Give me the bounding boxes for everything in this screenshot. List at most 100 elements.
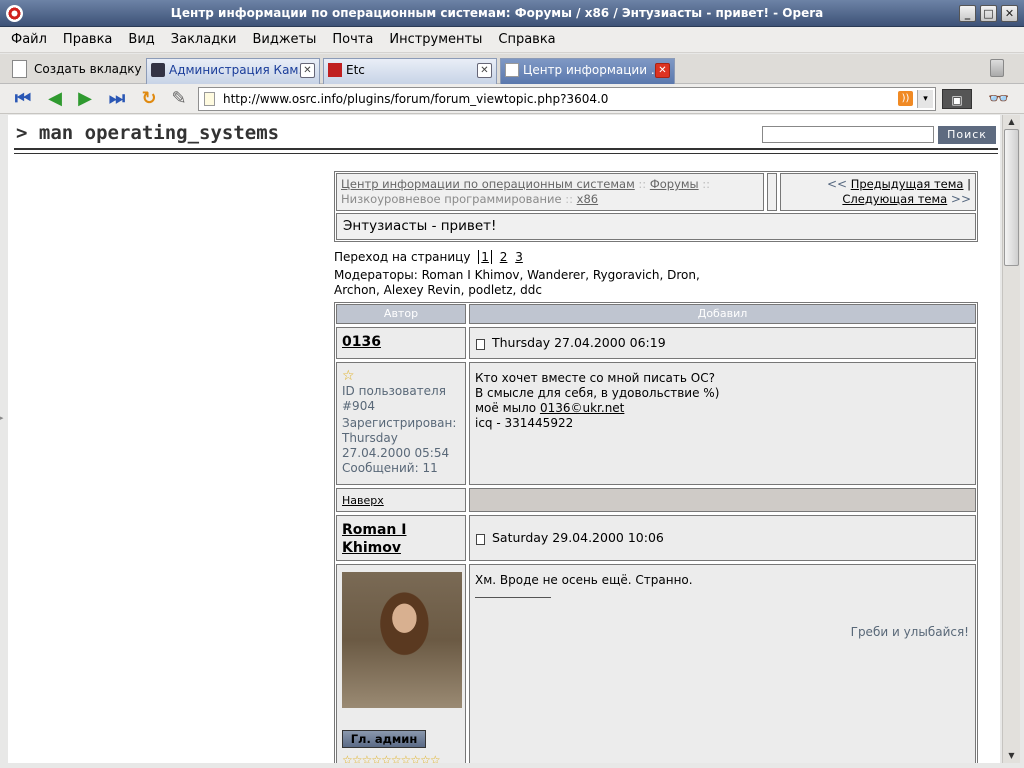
page-2-link[interactable]: 2: [500, 250, 508, 264]
post-date: Thursday 27.04.2000 06:19: [469, 327, 976, 359]
pages-label: Переход на страницу: [334, 250, 471, 264]
panel-grip-icon[interactable]: ▸: [0, 414, 8, 426]
message-line: Хм. Вроде не осень ещё. Странно.: [475, 573, 693, 587]
post-message: Хм. Вроде не осень ещё. Странно. Греби и…: [469, 564, 976, 763]
breadcrumb-sep: ::: [565, 192, 573, 206]
to-top-filler: [469, 488, 976, 512]
email-link[interactable]: 0136©ukr.net: [540, 401, 624, 415]
fast-forward-button[interactable]: ⏭: [104, 87, 130, 111]
close-tab-icon[interactable]: ✕: [300, 63, 315, 78]
message-line: Кто хочет вместе со мной писать ОС?: [475, 371, 715, 385]
next-topic-link[interactable]: Следующая тема: [842, 192, 947, 206]
breadcrumb-sep: ::: [638, 177, 647, 191]
scroll-up-icon[interactable]: ▲: [1005, 116, 1018, 128]
post-icon: [476, 338, 485, 350]
col-added: Добавил: [469, 304, 976, 324]
post-header-row: Roman I Khimov Saturday 29.04.2000 10:06: [336, 515, 976, 561]
close-window-button[interactable]: ✕: [1001, 5, 1018, 22]
user-id: #904: [342, 399, 375, 413]
readers-icon[interactable]: 👓: [986, 87, 1012, 111]
admin-badge: Гл. админ: [342, 730, 426, 748]
menu-tools[interactable]: Инструменты: [381, 27, 490, 47]
post-date-text: Thursday 27.04.2000 06:19: [492, 335, 666, 350]
page-1-link[interactable]: 1: [478, 250, 492, 264]
tab-label: Центр информации ...: [523, 63, 663, 77]
search-button[interactable]: Поиск: [938, 126, 996, 144]
edit-icon[interactable]: ✎: [166, 87, 192, 111]
post-message: Кто хочет вместе со мной писать ОС? В см…: [469, 362, 976, 485]
user-id-label: ID пользователя: [342, 384, 446, 398]
forum-header: Центр информации по операционным система…: [334, 171, 978, 298]
menu-bar: Файл Правка Вид Закладки Виджеты Почта Инструм…: [0, 27, 1024, 53]
menu-help[interactable]: Справка: [490, 27, 563, 47]
next-arrow: >>: [950, 192, 971, 206]
maximize-button[interactable]: □: [980, 5, 997, 22]
menu-widgets[interactable]: Виджеты: [244, 27, 324, 47]
car-icon: [151, 63, 165, 77]
rewind-button[interactable]: ⏮: [10, 87, 36, 111]
page-content: > man operating_systems Поиск Центр инфо…: [8, 115, 1000, 763]
forward-button[interactable]: ▶: [72, 87, 98, 111]
registered-date: Thursday 27.04.2000 05:54: [342, 431, 450, 460]
prev-arrow: <<: [826, 177, 848, 191]
post-author-link[interactable]: Roman I Khimov: [337, 516, 465, 560]
author-info: Гл. админ ☆☆☆☆☆☆☆☆☆☆: [336, 564, 466, 763]
menu-bookmarks[interactable]: Закладки: [163, 27, 245, 47]
prev-topic-link[interactable]: Предыдущая тема: [851, 177, 964, 191]
menu-edit[interactable]: Правка: [55, 27, 120, 47]
avatar: [342, 572, 462, 708]
window-title: Центр информации по операционным система…: [170, 6, 824, 20]
post-body-row: Гл. админ ☆☆☆☆☆☆☆☆☆☆ Хм. Вроде не осень …: [336, 564, 976, 763]
tab-bar: Создать вкладку Администрация Кам... ✕ E…: [0, 54, 1024, 84]
vertical-scrollbar[interactable]: ▲ ▼: [1002, 115, 1020, 763]
scroll-down-icon[interactable]: ▼: [1005, 750, 1018, 762]
rss-icon[interactable]: )): [898, 91, 913, 106]
browser-window: Центр информации по операционным система…: [0, 0, 1024, 768]
registered-label: Зарегистрирован:: [342, 416, 457, 430]
address-bar[interactable]: http://www.osrc.info/plugins/forum/forum…: [198, 87, 936, 111]
rank-stars-icon: ☆☆☆☆☆☆☆☆☆☆: [342, 753, 441, 763]
tab-label: Etc: [346, 63, 365, 77]
breadcrumb-subforum: Низкоуровневое программирование: [341, 192, 562, 206]
reload-button[interactable]: ↻: [136, 87, 162, 111]
post-author-link[interactable]: 0136: [337, 328, 465, 354]
message-line: В смысле для себя, в удовольствие %): [475, 386, 720, 400]
email-prefix: моё мыло: [475, 401, 540, 415]
trash-icon[interactable]: [990, 59, 1004, 77]
menu-file[interactable]: Файл: [3, 27, 55, 47]
search-engine-icon[interactable]: ▣: [942, 89, 972, 109]
post-icon: [476, 533, 485, 545]
search-input[interactable]: [762, 126, 934, 143]
to-top-row: Наверх: [336, 488, 976, 512]
posts-table: Автор Добавил 0136 Thursday 27.04.2000 0…: [334, 302, 978, 763]
breadcrumb-forums[interactable]: Форумы: [650, 177, 699, 191]
topic-box: Центр информации по операционным система…: [334, 171, 978, 242]
tab-etc[interactable]: Etc ✕: [323, 58, 497, 84]
url-text: http://www.osrc.info/plugins/forum/forum…: [223, 92, 609, 106]
menu-view[interactable]: Вид: [120, 27, 162, 47]
page-3-link[interactable]: 3: [515, 250, 523, 264]
to-top-link[interactable]: Наверх: [336, 488, 466, 512]
breadcrumb-x86[interactable]: x86: [577, 192, 598, 206]
scroll-thumb[interactable]: [1004, 129, 1019, 266]
opera-logo-icon: [6, 5, 23, 22]
minimize-button[interactable]: _: [959, 5, 976, 22]
tab-administration[interactable]: Администрация Кам... ✕: [146, 58, 320, 84]
page-icon: [204, 92, 215, 106]
close-tab-icon[interactable]: ✕: [477, 63, 492, 78]
menu-mail[interactable]: Почта: [324, 27, 381, 47]
post-header-row: 0136 Thursday 27.04.2000 06:19: [336, 327, 976, 359]
post-date: Saturday 29.04.2000 10:06: [469, 515, 976, 561]
header-divider: [14, 153, 998, 154]
tab-osrc[interactable]: Центр информации ... ✕: [500, 58, 675, 84]
signature: Греби и улыбайся!: [850, 625, 969, 639]
nav-bar-sep: |: [967, 177, 971, 191]
back-button[interactable]: ◀: [42, 87, 68, 111]
close-tab-icon[interactable]: ✕: [655, 63, 670, 78]
new-tab-button[interactable]: Создать вкладку: [8, 57, 142, 81]
breadcrumb-home[interactable]: Центр информации по операционным система…: [341, 177, 635, 191]
post-count: Сообщений: 11: [342, 461, 438, 475]
crumb-spacer: [767, 173, 777, 211]
message-line: icq - 331445922: [475, 416, 574, 430]
address-dropdown-icon[interactable]: ▾: [917, 90, 933, 108]
